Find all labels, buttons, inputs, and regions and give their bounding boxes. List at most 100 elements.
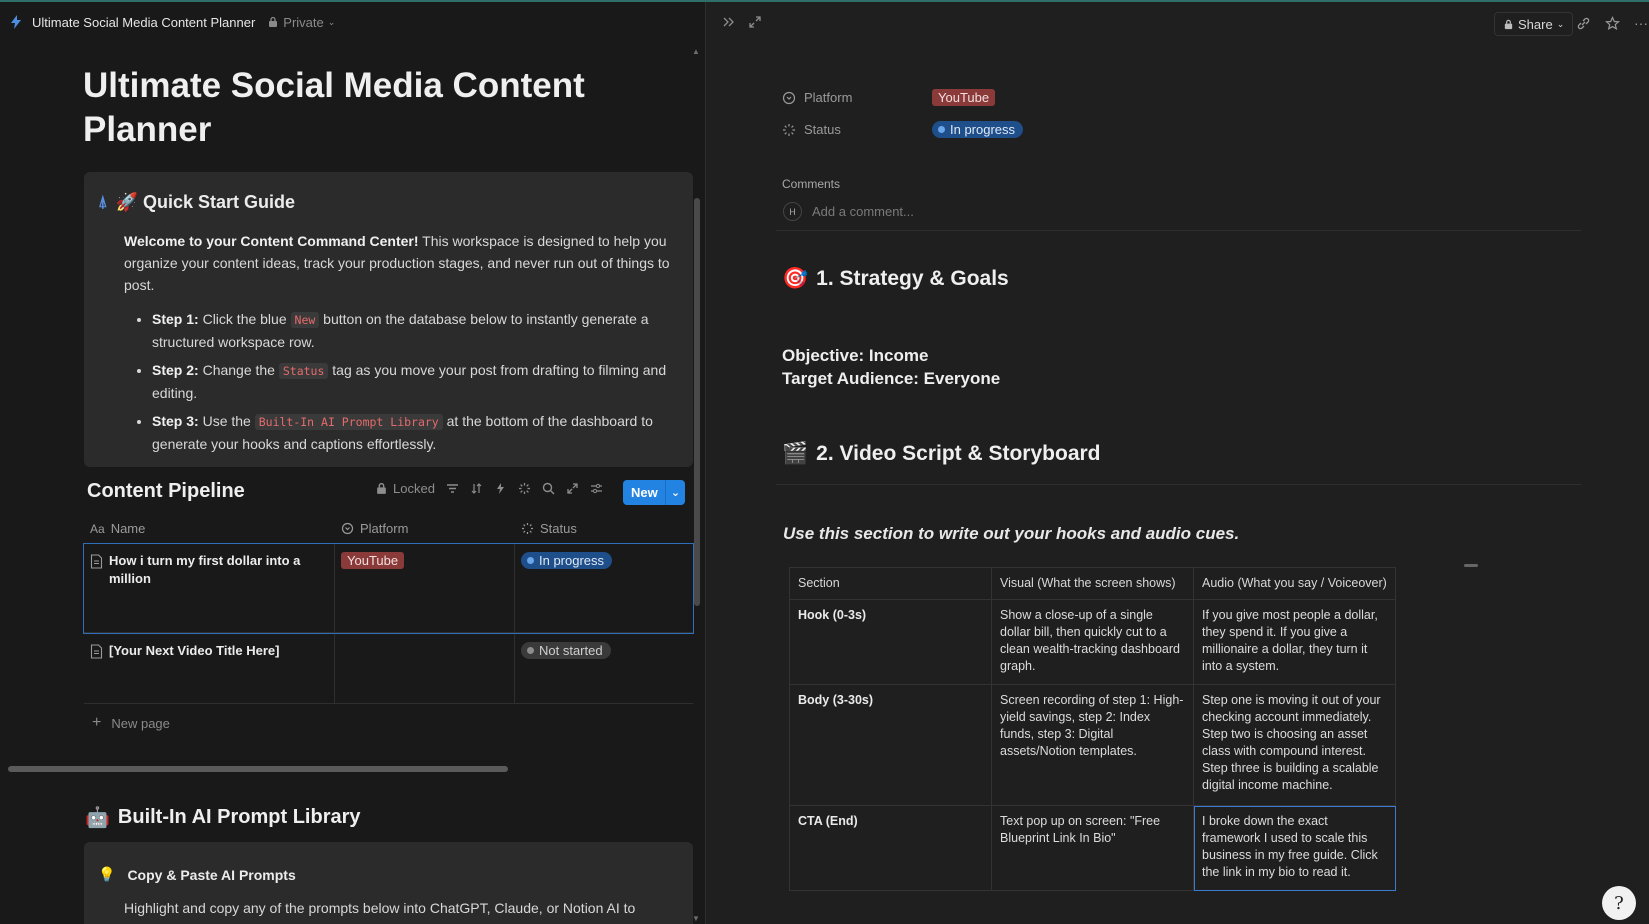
inline-code: Built-In AI Prompt Library: [254, 414, 443, 430]
step-label: Step 3:: [152, 413, 199, 429]
search-icon[interactable]: [542, 482, 555, 495]
privacy-label: Private: [283, 14, 324, 30]
row-title: [Your Next Video Title Here]: [109, 643, 280, 658]
status-label: In progress: [539, 553, 605, 568]
status-icon: [522, 523, 533, 534]
locked-toggle[interactable]: Locked: [375, 481, 435, 496]
chevron-down-icon: ⌄: [670, 487, 681, 499]
database-title[interactable]: Content Pipeline: [87, 480, 245, 503]
robot-icon: 🤖: [85, 807, 110, 829]
row-platform-cell[interactable]: YouTube: [335, 544, 515, 632]
privacy-selector[interactable]: Private ⌄: [267, 15, 335, 30]
loading-spinner-icon[interactable]: [518, 482, 531, 495]
platform-tag[interactable]: YouTube: [932, 89, 996, 106]
script-note[interactable]: Use this section to write out your hooks…: [783, 524, 1239, 544]
table-drag-handle[interactable]: [1464, 564, 1478, 567]
table-cell[interactable]: Body (3-30s): [789, 684, 992, 806]
step-label: Step 1:: [152, 311, 199, 327]
expand-icon[interactable]: [566, 482, 579, 495]
script-heading[interactable]: 🎬 2. Video Script & Storyboard: [782, 442, 1101, 466]
column-label: Status: [540, 521, 577, 536]
link-icon[interactable]: [1576, 16, 1591, 31]
new-row-button[interactable]: New ⌄: [623, 480, 685, 505]
text-type-icon: Aa: [90, 521, 105, 536]
new-page-label: New page: [111, 715, 170, 731]
automation-bolt-icon[interactable]: [494, 482, 507, 495]
column-header-name[interactable]: Aa Name: [84, 514, 335, 543]
quick-start-body: Welcome to your Content Command Center! …: [124, 230, 684, 461]
select-icon: [341, 522, 354, 535]
prompt-library-title: Built-In AI Prompt Library: [117, 806, 361, 828]
property-platform[interactable]: Platform YouTube: [782, 89, 996, 106]
table-row[interactable]: [Your Next Video Title Here] Not started: [84, 634, 693, 704]
quick-start-callout: ⍋ 🚀 Quick Start Guide Welcome to your Co…: [84, 172, 693, 467]
strategy-details[interactable]: Objective: Income Target Audience: Every…: [782, 344, 1000, 390]
page-title[interactable]: Ultimate Social Media Content Planner: [83, 64, 643, 152]
side-peek-pane: Share ⌄ ··· Platform YouTube Status In p…: [705, 2, 1649, 924]
column-header-status[interactable]: Status: [515, 514, 693, 543]
prompt-library-callout: 💡 Copy & Paste AI Prompts Highlight and …: [84, 842, 693, 924]
comment-input[interactable]: H Add a comment...: [783, 202, 914, 221]
table-cell[interactable]: Text pop up on screen: "Free Blueprint L…: [991, 805, 1194, 891]
lightbulb-icon: 💡: [98, 866, 116, 882]
table-cell[interactable]: Show a close-up of a single dollar bill,…: [991, 599, 1194, 685]
help-button[interactable]: ?: [1602, 886, 1636, 920]
table-cell[interactable]: Step one is moving it out of your checki…: [1193, 684, 1396, 806]
page-topbar: Ultimate Social Media Content Planner Pr…: [0, 2, 705, 42]
lock-icon: [377, 482, 386, 494]
peek-controls: [722, 15, 762, 29]
row-name-cell[interactable]: [Your Next Video Title Here]: [84, 634, 335, 703]
more-options-icon[interactable]: ···: [1634, 15, 1648, 31]
table-row[interactable]: How i turn my first dollar into a millio…: [83, 543, 694, 634]
new-dropdown-button[interactable]: ⌄: [665, 480, 685, 505]
quick-start-title: 🚀 Quick Start Guide: [115, 192, 296, 212]
sort-icon[interactable]: [470, 482, 483, 495]
filter-icon[interactable]: [446, 482, 459, 495]
table-header-cell[interactable]: Audio (What you say / Voiceover): [1193, 567, 1396, 600]
row-status-cell[interactable]: In progress: [515, 544, 693, 632]
scroll-down-arrow-icon[interactable]: ▼: [692, 914, 700, 923]
column-header-platform[interactable]: Platform: [335, 514, 515, 543]
table-cell[interactable]: CTA (End): [789, 805, 992, 891]
row-title: How i turn my first dollar into a millio…: [109, 553, 301, 586]
table-header-row: Section Visual (What the screen shows) A…: [789, 567, 1396, 600]
status-pill[interactable]: In progress: [932, 121, 1024, 138]
property-status[interactable]: Status In progress: [782, 121, 1024, 138]
step-text: Change the: [198, 362, 279, 378]
open-full-page-icon[interactable]: [748, 15, 762, 29]
quick-start-intro: Welcome to your Content Command Center! …: [124, 230, 684, 296]
pin-icon: ⍋: [98, 193, 108, 211]
prompt-library-heading[interactable]: 🤖 Built-In AI Prompt Library: [85, 805, 361, 830]
page-icon: [90, 644, 103, 659]
status-label: Status: [804, 122, 841, 137]
settings-sliders-icon[interactable]: [590, 482, 603, 495]
table-cell-selected[interactable]: I broke down the exact framework I used …: [1193, 805, 1396, 891]
breadcrumb-page-title[interactable]: Ultimate Social Media Content Planner: [32, 15, 255, 30]
chevron-down-icon: ⌄: [327, 16, 336, 27]
step-text: Click the blue: [198, 311, 291, 327]
new-button-label: New: [631, 485, 658, 500]
vertical-scrollbar[interactable]: [694, 198, 700, 606]
table-cell[interactable]: If you give most people a dollar, they s…: [1193, 599, 1396, 685]
star-icon[interactable]: [1605, 15, 1620, 31]
database-toolbar: Locked: [375, 481, 603, 496]
status-pill: In progress: [521, 552, 613, 569]
steps-list: Step 1: Click the blue New button on the…: [124, 308, 684, 455]
share-button[interactable]: Share ⌄: [1494, 12, 1574, 36]
close-peek-chevrons-icon[interactable]: [722, 15, 736, 29]
intro-bold: Welcome to your Content Command Center!: [124, 233, 419, 249]
table-cell[interactable]: Hook (0-3s): [789, 599, 992, 685]
horizontal-scrollbar[interactable]: [8, 766, 508, 772]
table-header-cell[interactable]: Visual (What the screen shows): [991, 567, 1194, 600]
row-status-cell[interactable]: Not started: [515, 634, 693, 703]
strategy-heading[interactable]: 🎯 1. Strategy & Goals: [782, 267, 1009, 291]
divider: [776, 484, 1581, 485]
scroll-up-arrow-icon[interactable]: ▲: [692, 47, 700, 56]
row-name-cell[interactable]: How i turn my first dollar into a millio…: [84, 544, 335, 632]
row-platform-cell[interactable]: [335, 634, 515, 703]
table-cell[interactable]: Screen recording of step 1: High-yield s…: [991, 684, 1194, 806]
table-row: Body (3-30s) Screen recording of step 1:…: [789, 684, 1396, 806]
avatar: H: [783, 202, 802, 221]
new-page-button[interactable]: + New page: [92, 714, 170, 732]
table-header-cell[interactable]: Section: [789, 567, 992, 600]
